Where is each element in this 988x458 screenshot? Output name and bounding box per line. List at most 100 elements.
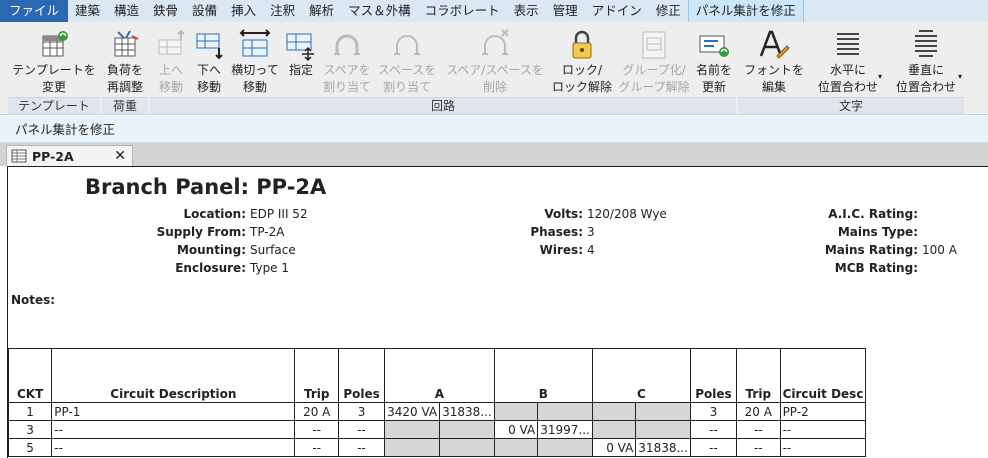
move-down-icon — [196, 33, 223, 60]
phase-c-load-cell-2[interactable] — [635, 402, 691, 421]
col-phase-c[interactable]: C — [591, 348, 691, 403]
ckt-cell[interactable]: 3 — [8, 420, 53, 439]
phase-a-load-cell-2[interactable] — [439, 420, 495, 439]
col-trip-right[interactable]: Trip — [736, 348, 781, 403]
tab-modify-panel-schedule[interactable]: パネル集計を修正 — [687, 0, 804, 22]
document-tab[interactable]: PP-2A ✕ — [6, 145, 133, 166]
phases-label: Phases: — [530, 225, 583, 239]
assign-button[interactable]: 指定 — [284, 28, 318, 100]
poles-cell[interactable]: 3 — [337, 402, 386, 421]
trip-right-cell[interactable]: -- — [736, 420, 781, 439]
spare-icon — [334, 34, 360, 55]
tab-systems[interactable]: 設備 — [185, 0, 224, 22]
trip-cell[interactable]: 20 A — [294, 402, 339, 421]
space-icon — [394, 35, 420, 55]
supply-from-label: Supply From: — [156, 225, 246, 239]
change-template-button[interactable]: テンプレートを 変更 — [8, 28, 100, 100]
description-right-cell[interactable]: -- — [779, 420, 867, 439]
trip-cell[interactable]: -- — [294, 420, 339, 439]
description-cell[interactable]: -- — [51, 438, 296, 457]
col-poles[interactable]: Poles — [337, 348, 386, 403]
remove-spare-space-button[interactable]: スペア/スペースを 削除 — [442, 28, 548, 100]
tab-structure[interactable]: 構造 — [107, 0, 146, 22]
update-names-button[interactable]: 名前を 更新 — [694, 28, 734, 100]
close-tab-icon[interactable]: ✕ — [114, 148, 126, 164]
tab-steel[interactable]: 鉄骨 — [146, 0, 185, 22]
col-circuit-description[interactable]: Circuit Description — [51, 348, 296, 403]
assign-spare-button[interactable]: スペアを 割り当て — [320, 28, 374, 100]
update-names-icon — [699, 35, 729, 57]
col-trip[interactable]: Trip — [294, 348, 339, 403]
tab-insert[interactable]: 挿入 — [224, 0, 263, 22]
phase-b-load-cell-2[interactable] — [537, 438, 593, 457]
col-circuit-description-right[interactable]: Circuit Desc — [779, 348, 867, 403]
description-cell[interactable]: -- — [51, 420, 296, 439]
poles-cell[interactable]: -- — [337, 438, 386, 457]
tab-view[interactable]: 表示 — [507, 0, 546, 22]
poles-right-cell[interactable]: -- — [689, 438, 738, 457]
move-down-button[interactable]: 下へ 移動 — [190, 28, 228, 100]
phase-b-load-cell[interactable] — [493, 438, 539, 457]
phase-c-load-cell[interactable]: 0 VA — [591, 438, 637, 457]
assign-space-label-2: 割り当て — [382, 80, 431, 94]
tab-annotate[interactable]: 注釈 — [263, 0, 302, 22]
description-right-cell[interactable]: PP-2 — [779, 402, 867, 421]
col-phase-b[interactable]: B — [493, 348, 593, 403]
phase-b-load-cell-2[interactable]: 31997... — [537, 420, 593, 439]
move-up-button[interactable]: 上へ 移動 — [152, 28, 190, 100]
align-vertical-button[interactable]: 垂直に 位置合わせ — [890, 28, 962, 100]
tab-analyze[interactable]: 解析 — [302, 0, 341, 22]
move-across-button[interactable]: 横切って 移動 — [228, 28, 282, 100]
phase-c-load-cell-2[interactable]: 31838... — [635, 438, 691, 457]
col-ckt[interactable]: CKT — [8, 348, 53, 403]
col-phase-a[interactable]: A — [384, 348, 495, 403]
phase-b-load-cell[interactable] — [493, 402, 539, 421]
phase-a-load-cell[interactable] — [384, 438, 441, 457]
poles-right-cell[interactable]: 3 — [689, 402, 738, 421]
group-ungroup-button[interactable]: グループ化/ グループ解除 — [616, 28, 692, 100]
location-label: Location: — [183, 207, 246, 221]
phase-a-load-cell-2[interactable] — [439, 438, 495, 457]
align-horizontal-dropdown-icon[interactable]: ▾ — [878, 72, 882, 81]
poles-cell[interactable]: -- — [337, 420, 386, 439]
wires-value: 4 — [587, 243, 595, 257]
tab-manage[interactable]: 管理 — [546, 0, 585, 22]
phase-a-load-cell-2[interactable]: 31838... — [439, 402, 495, 421]
phase-a-load-cell[interactable] — [384, 420, 441, 439]
aic-rating-label: A.I.C. Rating: — [828, 207, 918, 221]
trip-right-cell[interactable]: -- — [736, 438, 781, 457]
phase-c-load-cell-2[interactable] — [635, 420, 691, 439]
phase-c-load-cell[interactable] — [591, 402, 637, 421]
trip-right-cell[interactable]: 20 A — [736, 402, 781, 421]
trip-cell[interactable]: -- — [294, 438, 339, 457]
align-horizontal-label-2: 位置合わせ — [817, 80, 878, 94]
phase-c-load-cell[interactable] — [591, 420, 637, 439]
ckt-cell[interactable]: 1 — [8, 402, 53, 421]
description-cell[interactable]: PP-1 — [51, 402, 296, 421]
move-up-label-1: 上へ — [158, 63, 183, 77]
phase-a-load-cell[interactable]: 3420 VA — [384, 402, 441, 421]
align-horizontal-button[interactable]: 水平に 位置合わせ — [812, 28, 884, 100]
align-vertical-dropdown-icon[interactable]: ▾ — [958, 72, 962, 81]
edit-font-button[interactable]: フォントを 編集 — [740, 28, 808, 100]
lock-label-2: ロック解除 — [551, 80, 612, 94]
rebalance-loads-button[interactable]: 負荷を 再調整 — [102, 28, 148, 100]
assign-space-button[interactable]: スペースを 割り当て — [374, 28, 440, 100]
panel-schedule-view[interactable]: Branch Panel: PP-2A Location: Supply Fro… — [7, 166, 988, 458]
ckt-cell[interactable]: 5 — [8, 438, 53, 457]
description-right-cell[interactable]: -- — [779, 438, 867, 457]
phase-b-load-cell-2[interactable] — [537, 402, 593, 421]
col-poles-right[interactable]: Poles — [689, 348, 738, 403]
info-labels-middle: Volts: Phases: Wires: — [488, 205, 583, 259]
tab-collaborate[interactable]: コラボレート — [418, 0, 507, 22]
tab-file[interactable]: ファイル — [0, 0, 69, 22]
tab-modify[interactable]: 修正 — [649, 0, 688, 22]
tab-addins[interactable]: アドイン — [585, 0, 649, 22]
poles-right-cell[interactable]: -- — [689, 420, 738, 439]
supply-from-value: TP-2A — [250, 225, 285, 239]
panel-text: 文字 — [738, 97, 964, 114]
phase-b-load-cell[interactable]: 0 VA — [493, 420, 539, 439]
tab-architecture[interactable]: 建築 — [68, 0, 107, 22]
tab-massing[interactable]: マス＆外構 — [341, 0, 418, 22]
lock-unlock-button[interactable]: ロック/ ロック解除 — [550, 28, 614, 100]
